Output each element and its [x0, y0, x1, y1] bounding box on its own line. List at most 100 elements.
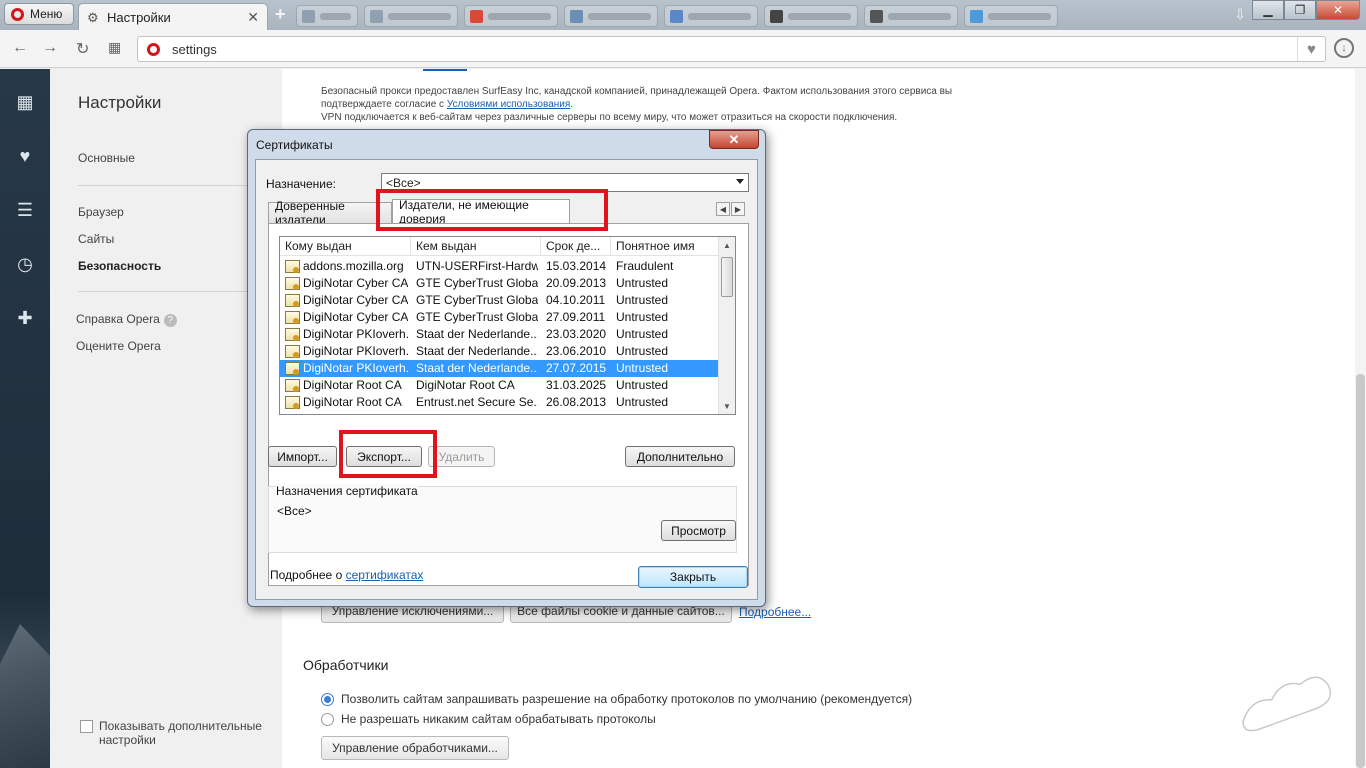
tab-trusted-publishers[interactable]: Доверенные издатели [268, 199, 392, 227]
certificate-cell: GTE CyberTrust Globa... [416, 310, 538, 324]
close-tab-icon[interactable]: ✕ [247, 9, 259, 26]
certificate-cell: DigiNotar Cyber CA [303, 293, 408, 307]
show-advanced-checkbox[interactable] [80, 720, 93, 733]
background-tab[interactable] [764, 5, 858, 27]
nav-item-browser[interactable]: Браузер [78, 205, 124, 219]
back-icon[interactable]: ← [12, 39, 28, 57]
nav-item-help[interactable]: Справка Opera? [76, 312, 177, 327]
scroll-up-icon[interactable]: ▲ [719, 237, 735, 253]
bookmark-heart-icon[interactable]: ♥ [1297, 37, 1325, 61]
certificate-cell: GTE CyberTrust Globa... [416, 276, 538, 290]
certificate-icon [285, 396, 300, 409]
certificates-link[interactable]: сертификатах [346, 568, 424, 582]
tab-favicon-icon [870, 9, 883, 23]
radio-button-selected[interactable] [321, 692, 334, 706]
show-advanced-settings[interactable]: Показывать дополнительные настройки [80, 719, 262, 747]
certificate-icon [285, 294, 300, 307]
column-friendly-name[interactable]: Понятное имя [611, 237, 719, 256]
advanced-button[interactable]: Дополнительно [625, 446, 735, 467]
manage-handlers-button[interactable]: Управление обработчиками... [321, 736, 509, 760]
new-tab-button[interactable]: + [275, 4, 286, 25]
terms-of-use-link[interactable]: Условиями использования [447, 99, 570, 110]
column-expiration[interactable]: Срок де... [541, 237, 611, 256]
extensions-icon[interactable]: ✚ [12, 305, 38, 331]
list-scrollbar-thumb[interactable] [721, 257, 733, 297]
highlight-export-button [339, 430, 437, 478]
heart-icon[interactable]: ♥ [12, 143, 38, 169]
certificate-icon [285, 260, 300, 273]
column-issued-by[interactable]: Кем выдан [411, 237, 541, 256]
radio-allow-protocols[interactable]: Позволить сайтам запрашивать разрешение … [321, 692, 912, 706]
tab-title-blurred [388, 12, 451, 20]
window-controls: ▁ ❐ ✕ [1252, 0, 1360, 20]
download-icon[interactable]: ↓ [1334, 38, 1354, 58]
radio-button[interactable] [321, 712, 334, 726]
certificate-cell: 27.09.2011 [546, 310, 606, 324]
speed-dial-icon[interactable]: ▦ [12, 89, 38, 115]
certificate-cell: DigiNotar Root CA [416, 378, 515, 392]
import-button[interactable]: Импорт... [268, 446, 337, 467]
close-button[interactable]: Закрыть [638, 566, 748, 588]
certificate-row[interactable]: DigiNotar Root CA Entrust.net Secure Se..… [280, 394, 719, 411]
background-tab[interactable] [464, 5, 558, 27]
tab-settings[interactable]: ⚙ Настройки ✕ [78, 3, 268, 30]
reload-icon[interactable]: ↻ [76, 39, 89, 59]
certificate-cell: DigiNotar PKIoverh... [303, 344, 408, 358]
tab-title-blurred [788, 12, 851, 20]
tab-favicon-icon [670, 9, 683, 23]
radio-allow-label: Позволить сайтам запрашивать разрешение … [341, 692, 913, 706]
opera-menu-button[interactable]: Меню [4, 3, 74, 25]
tab-scroll-right-icon[interactable]: ▶ [731, 202, 745, 216]
certificate-icon [285, 311, 300, 324]
background-tab[interactable] [664, 5, 758, 27]
certificate-list[interactable]: Кому выдан Кем выдан Срок де... Понятное… [279, 236, 736, 415]
url-text[interactable]: settings [172, 42, 1297, 57]
column-issued-to[interactable]: Кому выдан [280, 237, 411, 256]
certificate-row[interactable]: DigiNotar PKIoverh... Staat der Nederland… [280, 343, 719, 360]
speed-dial-grid-icon[interactable]: ▦ [108, 39, 121, 56]
dialog-title: Сертификаты [256, 138, 333, 152]
close-window-button[interactable]: ✕ [1316, 0, 1360, 20]
scroll-down-icon[interactable]: ▼ [719, 398, 735, 414]
minimize-button[interactable]: ▁ [1252, 0, 1284, 20]
highlight-untrusted-tab [376, 189, 608, 231]
maximize-button[interactable]: ❐ [1284, 0, 1316, 20]
help-label: Справка Opera [76, 312, 160, 326]
forward-icon[interactable]: → [42, 39, 58, 57]
background-tab[interactable] [564, 5, 658, 27]
background-tab[interactable] [964, 5, 1058, 27]
nav-item-sites[interactable]: Сайты [78, 232, 114, 246]
nav-item-basic[interactable]: Основные [78, 151, 135, 165]
certificate-row[interactable]: DigiNotar Cyber CA GTE CyberTrust Globa..… [280, 309, 719, 326]
certificate-purposes-value: <Все> [277, 504, 312, 518]
radio-deny-protocols[interactable]: Не разрешать никаким сайтам обрабатывать… [321, 712, 656, 726]
certificate-row[interactable]: DigiNotar Cyber CA GTE CyberTrust Globa..… [280, 292, 719, 309]
more-info-link[interactable]: Подробнее... [739, 605, 811, 619]
dialog-close-button[interactable]: ✕ [709, 130, 759, 149]
background-tab[interactable] [864, 5, 958, 27]
news-icon[interactable]: ☰ [12, 197, 38, 223]
certificate-row[interactable]: DigiNotar PKIoverh... Staat der Nederland… [280, 326, 719, 343]
certificate-cell: Untrusted [616, 310, 669, 324]
view-button[interactable]: Просмотр [661, 520, 736, 541]
background-tab[interactable] [296, 5, 358, 27]
certificate-cell: DigiNotar PKIoverh... [303, 327, 408, 341]
certificate-cell: DigiNotar Cyber CA [303, 310, 408, 324]
vpn-link-fragment[interactable] [423, 69, 467, 71]
page-scrollbar-thumb[interactable] [1356, 374, 1365, 768]
tab-menu-icon[interactable]: ⇩ [1234, 6, 1246, 23]
certificate-cell: GTE CyberTrust Globa... [416, 293, 538, 307]
certificate-row[interactable]: DigiNotar Root CA DigiNotar Root CA 31.03.… [280, 377, 719, 394]
chevron-down-icon [736, 179, 744, 184]
certificate-row[interactable]: DigiNotar Cyber CA GTE CyberTrust Globa..… [280, 275, 719, 292]
background-tab[interactable] [364, 5, 458, 27]
tab-scroll-left-icon[interactable]: ◀ [716, 202, 730, 216]
url-field[interactable]: settings ♥ [137, 36, 1326, 62]
history-icon[interactable]: ◷ [12, 251, 38, 277]
nav-item-rate-opera[interactable]: Оцените Opera [76, 339, 161, 353]
page-scrollbar[interactable] [1355, 69, 1366, 768]
nav-item-security[interactable]: Безопасность [78, 259, 161, 273]
certificate-row[interactable]: DigiNotar PKIoverh... Staat der Nederland… [280, 360, 719, 377]
certificate-row[interactable]: addons.mozilla.org UTN-USERFirst-Hardw...… [280, 258, 719, 275]
list-scrollbar[interactable]: ▲ ▼ [718, 237, 735, 414]
